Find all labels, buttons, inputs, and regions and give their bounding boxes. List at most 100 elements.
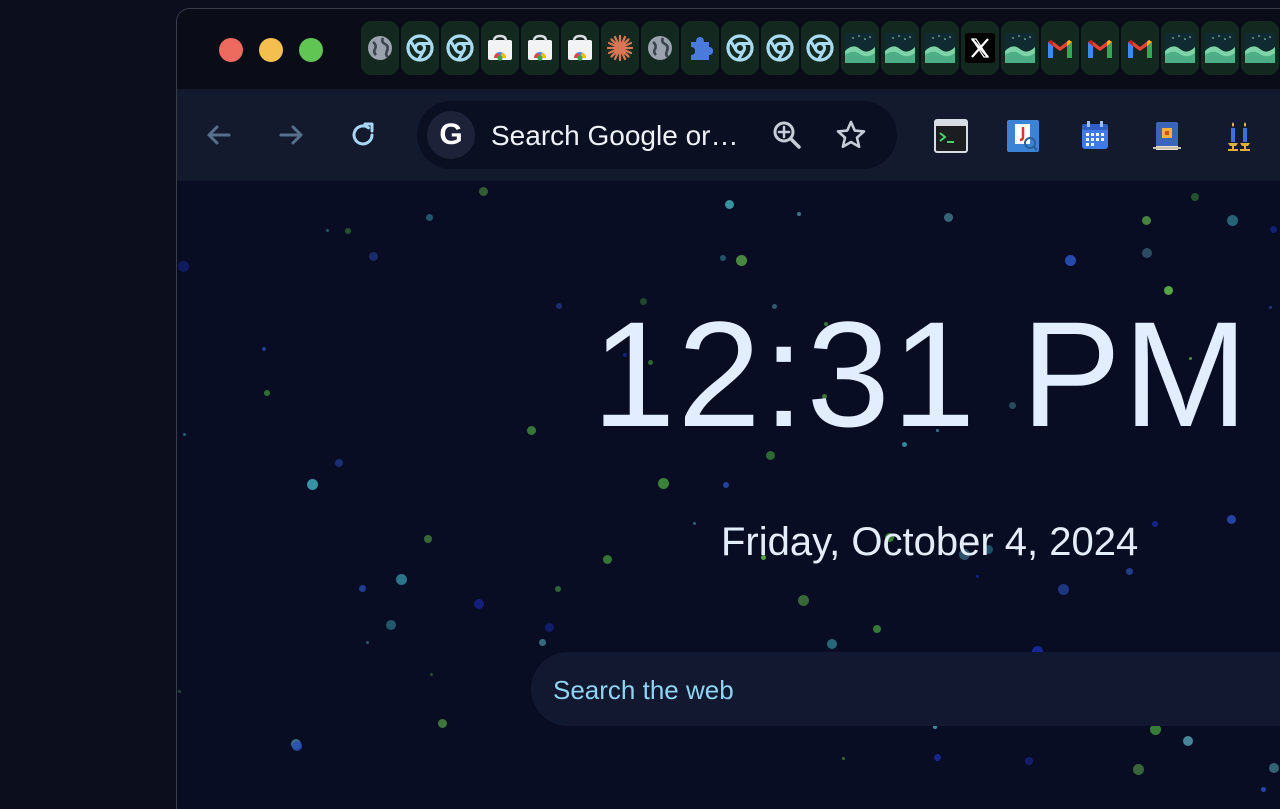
web-search-input[interactable] — [551, 670, 1255, 710]
particle-dot — [1227, 215, 1238, 226]
wave-icon — [1245, 33, 1275, 63]
browser-tab[interactable] — [761, 21, 799, 75]
google-icon: G — [427, 111, 475, 159]
particle-dot — [262, 347, 266, 351]
particle-dot — [539, 639, 546, 646]
minimize-window-button[interactable] — [259, 38, 283, 62]
browser-tab[interactable] — [801, 21, 839, 75]
particle-dot — [1133, 764, 1144, 775]
clock-date: Friday, October 4, 2024 — [721, 520, 1139, 564]
browser-tab[interactable] — [401, 21, 439, 75]
particle-dot — [359, 585, 366, 592]
browser-tab[interactable] — [1121, 21, 1159, 75]
particle-dot — [1058, 584, 1069, 595]
clock-time: 12:31 PM — [592, 290, 1251, 458]
browser-tab[interactable] — [521, 21, 559, 75]
reload-button[interactable] — [341, 113, 385, 157]
bookmark-star-icon[interactable] — [835, 119, 867, 151]
gmail-icon — [1045, 33, 1075, 63]
particle-dot — [798, 595, 809, 606]
browser-tab[interactable] — [641, 21, 679, 75]
particle-dot — [797, 212, 801, 216]
chrome-web-store-icon — [485, 33, 515, 63]
tab-list — [361, 21, 1279, 75]
chrome-icon — [765, 33, 795, 63]
particle-dot — [183, 433, 186, 436]
globe-icon — [365, 33, 395, 63]
terminal-icon — [934, 119, 968, 153]
browser-tab[interactable] — [561, 21, 599, 75]
particle-dot — [720, 255, 726, 261]
browser-tab[interactable] — [881, 21, 919, 75]
particle-dot — [1025, 757, 1033, 765]
omnibox-text[interactable]: Search Google or… — [491, 121, 747, 151]
globe-icon — [645, 33, 675, 63]
reload-icon — [352, 122, 374, 146]
forward-button[interactable] — [269, 113, 313, 157]
back-button[interactable] — [197, 113, 241, 157]
maximize-window-button[interactable] — [299, 38, 323, 62]
x-icon — [965, 33, 995, 63]
browser-tab[interactable] — [721, 21, 759, 75]
arrow-right-icon — [279, 125, 303, 145]
particle-dot — [1269, 763, 1279, 773]
browser-tab[interactable] — [1001, 21, 1039, 75]
browser-toolbar: G Search Google or… — [177, 89, 1280, 182]
browser-tab[interactable] — [1041, 21, 1079, 75]
browser-tab[interactable] — [441, 21, 479, 75]
browser-tab[interactable] — [1161, 21, 1199, 75]
browser-tab[interactable] — [1241, 21, 1279, 75]
calendar-icon — [1082, 121, 1108, 149]
terminal-extension[interactable] — [934, 119, 968, 153]
particle-dot — [369, 252, 378, 261]
particle-dot — [725, 200, 734, 209]
browser-window: G Search Google or… 12:31 PM Friday, Oct… — [176, 8, 1280, 809]
browser-tab[interactable] — [921, 21, 959, 75]
java-doc-icon — [1007, 120, 1039, 152]
particle-dot — [527, 426, 536, 435]
omnibox[interactable]: G Search Google or… — [417, 101, 897, 169]
chrome-icon — [805, 33, 835, 63]
browser-tab[interactable] — [841, 21, 879, 75]
particle-dot — [426, 214, 433, 221]
particle-dot — [658, 478, 669, 489]
browser-tab[interactable] — [681, 21, 719, 75]
close-window-button[interactable] — [219, 38, 243, 62]
book-extension[interactable] — [1150, 119, 1184, 153]
particle-dot — [366, 641, 369, 644]
particle-dot — [1142, 216, 1151, 225]
particle-dot — [307, 479, 318, 490]
puzzle-icon — [685, 33, 715, 63]
particle-dot — [326, 229, 329, 232]
particle-dot — [693, 522, 696, 525]
gmail-icon — [1125, 33, 1155, 63]
book-icon — [1153, 122, 1181, 150]
chrome-icon — [405, 33, 435, 63]
particle-dot — [1227, 515, 1236, 524]
particle-dot — [944, 213, 953, 222]
browser-tab[interactable] — [601, 21, 639, 75]
new-tab-page: 12:31 PM Friday, October 4, 2024 — [177, 181, 1280, 809]
candles-extension[interactable] — [1222, 119, 1256, 153]
particle-dot — [178, 261, 189, 272]
browser-tab[interactable] — [1201, 21, 1239, 75]
browser-tab[interactable] — [961, 21, 999, 75]
calendar-extension[interactable] — [1078, 119, 1112, 153]
wave-icon — [885, 33, 915, 63]
browser-tab[interactable] — [361, 21, 399, 75]
particle-dot — [178, 690, 181, 693]
zoom-icon[interactable] — [771, 119, 803, 151]
particle-dot — [556, 303, 562, 309]
particle-dot — [545, 623, 554, 632]
particle-dot — [474, 599, 484, 609]
web-search-box[interactable] — [531, 652, 1280, 726]
particle-dot — [430, 673, 433, 676]
java-doc-extension[interactable] — [1006, 119, 1040, 153]
browser-tab[interactable] — [1081, 21, 1119, 75]
particle-dot — [292, 741, 302, 751]
browser-tab[interactable] — [481, 21, 519, 75]
chrome-web-store-icon — [525, 33, 555, 63]
particle-dot — [934, 754, 941, 761]
tab-strip — [177, 9, 1280, 89]
candles-icon — [1228, 122, 1250, 151]
